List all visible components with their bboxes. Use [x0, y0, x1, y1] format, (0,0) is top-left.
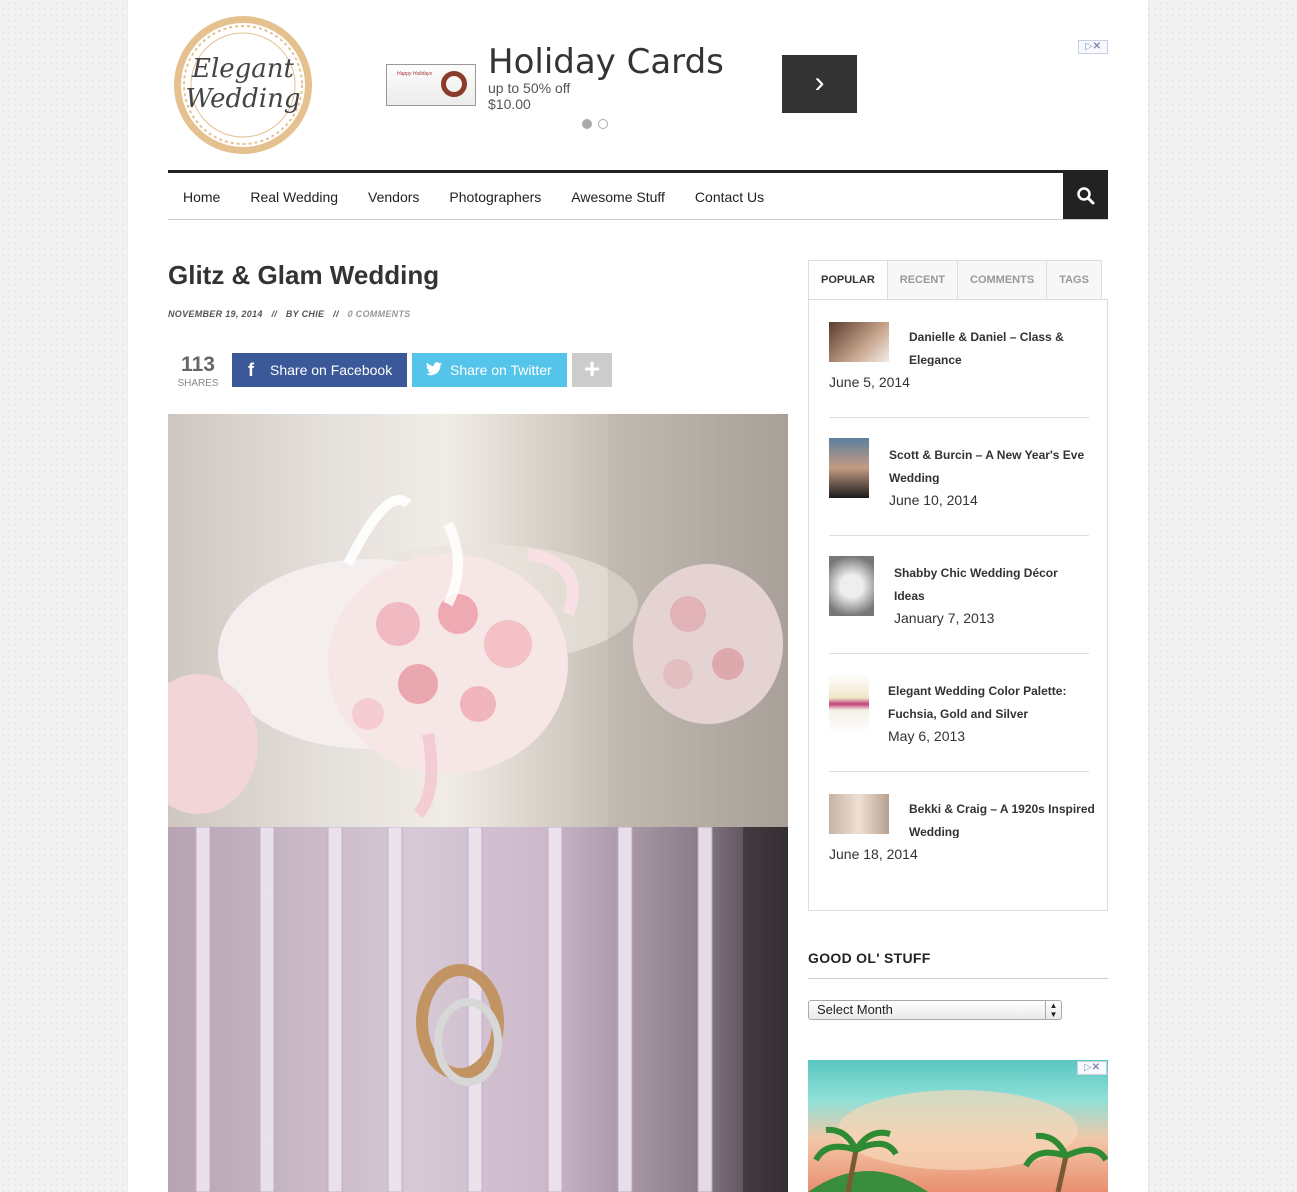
- post-title[interactable]: Glitz & Glam Wedding: [168, 260, 439, 291]
- meta-separator: //: [271, 309, 278, 319]
- nav-item-photographers[interactable]: Photographers: [449, 189, 541, 205]
- list-item[interactable]: Danielle & Daniel – Class & Elegance Jun…: [829, 300, 1089, 418]
- share-twitter-button[interactable]: Share on Twitter: [412, 353, 567, 387]
- post-date: November 19, 2014: [168, 309, 263, 319]
- adchoices-label: ▷: [1083, 1062, 1092, 1073]
- popular-post-title[interactable]: Elegant Wedding Color Palette: Fuchsia, …: [888, 680, 1088, 720]
- popular-post-date: May 6, 2013: [888, 728, 966, 744]
- adchoices-label: ▷: [1084, 41, 1093, 52]
- ad-discount: up to 50% off: [488, 80, 571, 96]
- tab-comments[interactable]: COMMENTS: [957, 260, 1048, 300]
- nav-item-home[interactable]: Home: [183, 189, 220, 205]
- wreath-icon: [441, 71, 467, 97]
- sidebar-adchoices-icon[interactable]: ▷✕: [1077, 1061, 1107, 1075]
- list-item[interactable]: Elegant Wedding Color Palette: Fuchsia, …: [829, 654, 1089, 772]
- post-comments-link[interactable]: 0 Comments: [348, 309, 411, 319]
- ad-dot[interactable]: [598, 119, 608, 129]
- bouquet-photo: [168, 414, 788, 827]
- post-thumbnail[interactable]: [829, 674, 869, 734]
- post-thumbnail[interactable]: [829, 556, 874, 616]
- nav-item-contact-us[interactable]: Contact Us: [695, 189, 764, 205]
- logo-text-line1: Elegant: [191, 54, 295, 84]
- post-thumbnail[interactable]: [829, 322, 889, 362]
- ad-dot-active[interactable]: [582, 119, 592, 129]
- post-thumbnail[interactable]: [829, 438, 869, 498]
- post-image-rings-crystals[interactable]: [168, 827, 788, 1192]
- main-navigation: Home Real Wedding Vendors Photographers …: [168, 170, 1108, 220]
- ad-thumbnail-text: Happy Holidays: [397, 71, 433, 77]
- sidebar-tabs-widget: POPULAR RECENT COMMENTS TAGS Danielle & …: [808, 260, 1108, 911]
- sidebar-ad[interactable]: ▷✕: [808, 1060, 1108, 1192]
- share-facebook-button[interactable]: f Share on Facebook: [232, 353, 407, 387]
- list-item[interactable]: Bekki & Craig – A 1920s Inspired Wedding…: [829, 772, 1095, 890]
- crystal-rings-photo: [195, 827, 788, 1192]
- twitter-icon: [426, 362, 442, 376]
- nav-item-vendors[interactable]: Vendors: [368, 189, 419, 205]
- ad-close-icon[interactable]: ✕: [1092, 1062, 1100, 1073]
- facebook-icon: f: [248, 360, 254, 380]
- ad-price: $10.00: [488, 96, 531, 112]
- ad-thumbnail[interactable]: Happy Holidays: [386, 64, 476, 106]
- share-count-label: SHARES: [177, 378, 219, 389]
- ad-next-button[interactable]: ›: [782, 55, 857, 113]
- popular-posts-panel: Danielle & Daniel – Class & Elegance Jun…: [808, 299, 1108, 911]
- nav-item-awesome-stuff[interactable]: Awesome Stuff: [571, 189, 665, 205]
- popular-post-date: June 10, 2014: [889, 492, 978, 508]
- search-button[interactable]: [1063, 173, 1108, 219]
- search-icon: [1077, 187, 1095, 205]
- tab-popular[interactable]: POPULAR: [808, 260, 888, 300]
- post-thumbnail[interactable]: [829, 794, 889, 834]
- tab-tags[interactable]: TAGS: [1046, 260, 1102, 300]
- list-item[interactable]: Shabby Chic Wedding Décor Ideas January …: [829, 536, 1089, 654]
- ad-close-icon[interactable]: ✕: [1093, 41, 1101, 52]
- list-item[interactable]: Scott & Burcin – A New Year's Eve Weddin…: [829, 418, 1089, 536]
- share-twitter-label: Share on Twitter: [450, 362, 552, 378]
- post-author[interactable]: By Chie: [286, 309, 324, 319]
- share-more-button[interactable]: +: [572, 353, 612, 387]
- post-meta: November 19, 2014 // By Chie // 0 Commen…: [168, 309, 411, 319]
- ad-title[interactable]: Holiday Cards: [488, 42, 724, 82]
- ad-pagination: [582, 116, 614, 134]
- share-count: 113 SHARES: [168, 353, 228, 389]
- popular-post-date: June 18, 2014: [829, 846, 918, 862]
- popular-post-title[interactable]: Shabby Chic Wedding Décor Ideas: [894, 562, 1084, 602]
- popular-post-title[interactable]: Bekki & Craig – A 1920s Inspired Wedding: [909, 798, 1099, 838]
- tropical-ad-image: [808, 1090, 1108, 1192]
- meta-separator: //: [333, 309, 339, 319]
- tab-recent[interactable]: RECENT: [886, 260, 959, 300]
- adchoices-icon[interactable]: ▷✕: [1078, 40, 1108, 54]
- popular-post-title[interactable]: Scott & Burcin – A New Year's Eve Weddin…: [889, 444, 1089, 484]
- page: Elegant Wedding Happy Holidays Holiday C…: [128, 0, 1148, 1192]
- popular-post-title[interactable]: Danielle & Daniel – Class & Elegance: [909, 326, 1099, 366]
- share-facebook-label: Share on Facebook: [270, 362, 393, 378]
- post-image-bouquets[interactable]: [168, 414, 788, 827]
- ad-subtitle: up to 50% off $10.00: [488, 80, 570, 112]
- header-ad[interactable]: Happy Holidays Holiday Cards up to 50% o…: [386, 40, 1108, 136]
- archive-month-select[interactable]: Select Month ▲ ▼: [808, 1000, 1062, 1020]
- archive-widget-title: GOOD OL' STUFF: [808, 950, 1108, 979]
- share-count-number: 113: [181, 353, 215, 376]
- logo-text-line2: Wedding: [185, 84, 301, 114]
- tab-bar: POPULAR RECENT COMMENTS TAGS: [808, 260, 1102, 300]
- popular-post-date: June 5, 2014: [829, 374, 910, 390]
- select-arrows-icon: ▲ ▼: [1045, 1001, 1061, 1019]
- popular-post-date: January 7, 2013: [894, 610, 995, 626]
- nav-item-real-wedding[interactable]: Real Wedding: [250, 189, 338, 205]
- site-logo[interactable]: Elegant Wedding: [172, 14, 314, 156]
- archive-select-value: Select Month: [817, 1002, 893, 1017]
